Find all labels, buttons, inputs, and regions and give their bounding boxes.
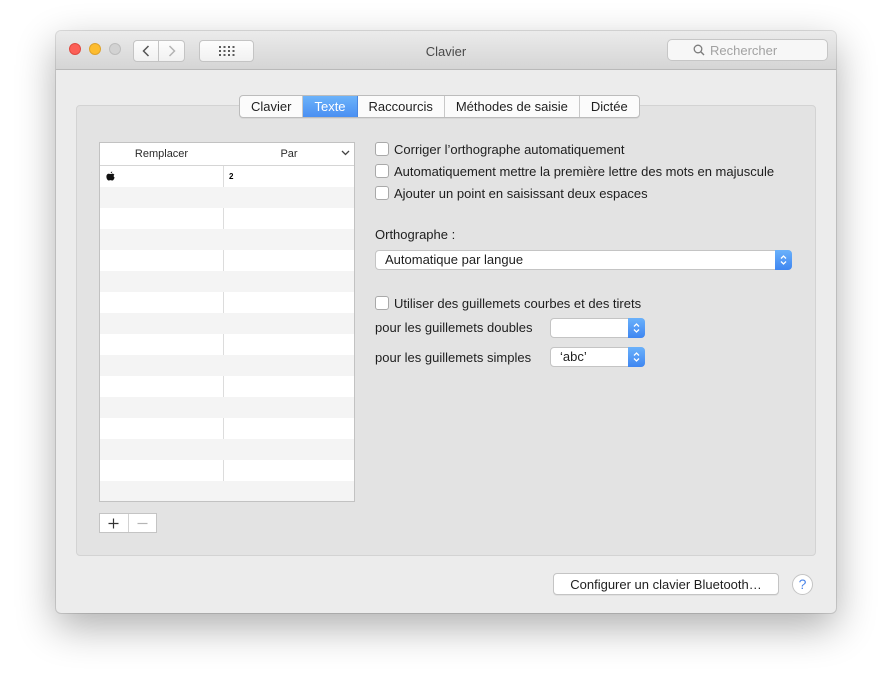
- table-row: [100, 187, 354, 208]
- single-quotes-label: pour les guillemets simples: [375, 350, 532, 365]
- keyboard-preferences-window: Clavier Clavier Texte Raccourcis Méthode…: [56, 31, 836, 613]
- table-header: Remplacer Par: [100, 143, 354, 166]
- table-row: [100, 481, 354, 501]
- table-row: [100, 355, 354, 376]
- popup-arrows-icon: [775, 250, 792, 270]
- plus-icon: [108, 518, 119, 528]
- table-row: [100, 334, 354, 355]
- tab-dictee[interactable]: Dictée: [580, 96, 639, 117]
- tab-methodes-de-saisie[interactable]: Méthodes de saisie: [445, 96, 580, 117]
- add-button[interactable]: [100, 514, 129, 532]
- add-remove-control: [99, 513, 157, 533]
- title-bar: Clavier: [56, 31, 836, 70]
- minus-icon: [137, 522, 148, 524]
- smart-quotes-option[interactable]: Utiliser des guillemets courbes et des t…: [375, 294, 641, 312]
- double-quotes-label: pour les guillemets doubles: [375, 320, 533, 335]
- tab-bar: Clavier Texte Raccourcis Méthodes de sai…: [239, 95, 640, 118]
- table-row: [100, 271, 354, 292]
- tab-clavier[interactable]: Clavier: [240, 96, 304, 117]
- search-input[interactable]: [710, 42, 802, 58]
- text-replacement-table[interactable]: Remplacer Par 2: [99, 142, 355, 502]
- table-row: [100, 397, 354, 418]
- table-rows: 2: [100, 166, 354, 501]
- spelling-label: Orthographe :: [375, 227, 456, 242]
- replace-cell: [106, 166, 115, 187]
- table-row: [100, 376, 354, 397]
- smart-quotes-checkbox[interactable]: [375, 296, 389, 310]
- configure-bluetooth-keyboard-button[interactable]: Configurer un clavier Bluetooth…: [553, 573, 779, 595]
- spelling-popup[interactable]: Automatique par langue: [375, 250, 792, 270]
- table-row: [100, 439, 354, 460]
- popup-arrows-icon: [628, 347, 645, 367]
- autocorrect-checkbox[interactable]: [375, 142, 389, 156]
- column-header-replace[interactable]: Remplacer: [100, 143, 223, 165]
- double-quotes-popup[interactable]: [550, 318, 645, 338]
- double-space-period-option[interactable]: Ajouter un point en saisissant deux espa…: [375, 184, 648, 202]
- capitalize-label: Automatiquement mettre la première lettr…: [394, 163, 775, 179]
- table-row: [100, 313, 354, 334]
- single-quotes-value: ‘abc’: [560, 349, 587, 364]
- smart-quotes-label: Utiliser des guillemets courbes et des t…: [394, 295, 642, 311]
- table-row: [100, 229, 354, 250]
- tab-texte[interactable]: Texte: [303, 96, 358, 117]
- table-row: [100, 460, 354, 481]
- tab-raccourcis[interactable]: Raccourcis: [358, 96, 445, 117]
- single-quotes-popup[interactable]: ‘abc’: [550, 347, 645, 367]
- updown-arrows-icon: [633, 323, 640, 333]
- spelling-value: Automatique par langue: [385, 252, 524, 267]
- autocorrect-label: Corriger l’orthographe automatiquement: [394, 141, 625, 157]
- popup-arrows-icon: [628, 318, 645, 338]
- table-row: [100, 418, 354, 439]
- remove-button[interactable]: [129, 514, 157, 532]
- double-space-period-checkbox[interactable]: [375, 186, 389, 200]
- help-button[interactable]: ?: [792, 574, 813, 595]
- table-row: [100, 292, 354, 313]
- double-space-period-label: Ajouter un point en saisissant deux espa…: [394, 185, 648, 201]
- chevron-down-icon: [341, 150, 350, 156]
- search-field[interactable]: [667, 39, 828, 61]
- capitalize-option[interactable]: Automatiquement mettre la première lettr…: [375, 162, 774, 180]
- table-row: [100, 208, 354, 229]
- updown-arrows-icon: [633, 352, 640, 362]
- table-row[interactable]: 2: [100, 166, 354, 187]
- with-cell: 2: [229, 172, 234, 181]
- autocorrect-option[interactable]: Corriger l’orthographe automatiquement: [375, 140, 625, 158]
- table-row: [100, 250, 354, 271]
- apple-logo-icon: [106, 171, 115, 181]
- updown-arrows-icon: [780, 255, 787, 265]
- capitalize-checkbox[interactable]: [375, 164, 389, 178]
- search-icon: [693, 44, 705, 56]
- column-header-with[interactable]: Par: [224, 143, 354, 165]
